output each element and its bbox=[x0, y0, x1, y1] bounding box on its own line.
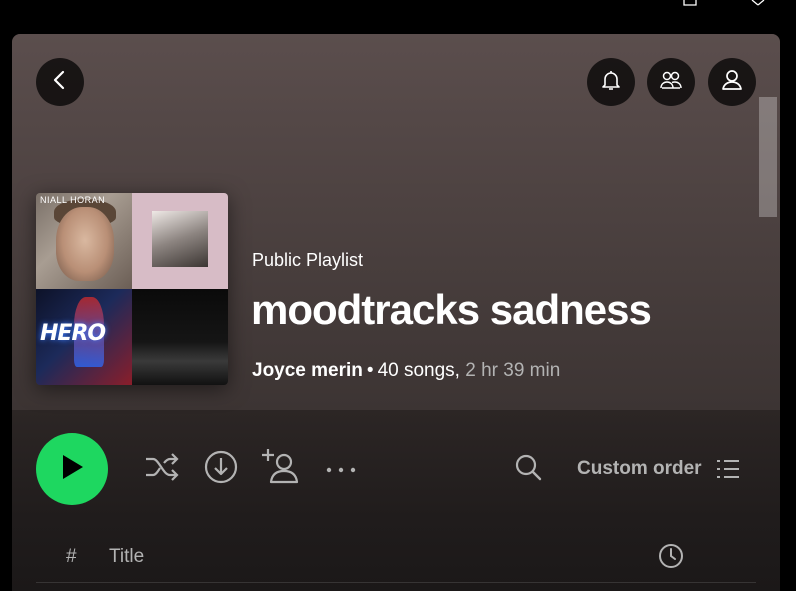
cover-tile-3-label: HERO bbox=[40, 321, 106, 346]
play-icon bbox=[59, 453, 85, 486]
more-horizontal-icon bbox=[326, 460, 356, 478]
friends-icon bbox=[658, 68, 684, 97]
song-count: 40 songs, bbox=[377, 360, 460, 381]
maximize-icon bbox=[683, 0, 697, 6]
close-icon bbox=[750, 0, 766, 6]
playlist-cover[interactable]: NIALL HORAN HERO bbox=[36, 193, 228, 385]
clock-icon bbox=[658, 543, 684, 574]
notifications-button[interactable] bbox=[587, 58, 635, 106]
playlist-meta: Joyce merin • 40 songs, 2 hr 39 min bbox=[252, 359, 560, 383]
cover-art-face bbox=[56, 207, 114, 281]
friend-activity-button[interactable] bbox=[647, 58, 695, 106]
playlist-panel: NIALL HORAN HERO Public Playlist moodtra… bbox=[12, 34, 780, 591]
track-duration-header[interactable] bbox=[657, 543, 685, 574]
track-table-header: # Title bbox=[36, 536, 756, 583]
download-icon bbox=[204, 450, 238, 489]
download-button[interactable] bbox=[202, 450, 240, 488]
sort-order-button[interactable]: Custom order bbox=[577, 454, 740, 484]
chevron-left-icon bbox=[49, 69, 71, 96]
close-button[interactable] bbox=[738, 0, 778, 10]
cover-tile-4 bbox=[132, 289, 228, 385]
invite-collaborator-button[interactable] bbox=[261, 448, 303, 488]
playlist-title[interactable]: moodtracks sadness bbox=[251, 285, 652, 335]
window-titlebar bbox=[0, 0, 796, 34]
shuffle-icon bbox=[144, 452, 180, 487]
more-options-button[interactable] bbox=[324, 454, 358, 484]
shuffle-button[interactable] bbox=[143, 451, 181, 487]
profile-button[interactable] bbox=[708, 58, 756, 106]
add-user-icon bbox=[262, 447, 302, 490]
meta-separator: • bbox=[366, 360, 374, 381]
maximize-button[interactable] bbox=[670, 0, 710, 10]
playlist-type-label: Public Playlist bbox=[252, 250, 364, 270]
back-button[interactable] bbox=[36, 58, 84, 106]
cover-tile-1: NIALL HORAN bbox=[36, 193, 132, 289]
track-index-header: # bbox=[66, 546, 77, 567]
track-title-header[interactable]: Title bbox=[109, 546, 144, 568]
cover-tile-3: HERO bbox=[36, 289, 132, 385]
user-icon bbox=[720, 68, 744, 97]
cover-art-photo bbox=[152, 211, 208, 267]
bell-icon bbox=[599, 68, 623, 97]
playlist-owner-link[interactable]: Joyce merin bbox=[252, 360, 363, 381]
search-icon bbox=[514, 453, 542, 486]
scrollbar-thumb[interactable] bbox=[759, 97, 777, 217]
playlist-duration: 2 hr 39 min bbox=[465, 360, 561, 381]
cover-tile-2 bbox=[132, 193, 228, 289]
play-button[interactable] bbox=[36, 433, 108, 505]
search-in-playlist-button[interactable] bbox=[512, 454, 544, 484]
list-icon bbox=[716, 458, 740, 480]
cover-tile-1-label: NIALL HORAN bbox=[40, 195, 106, 205]
sort-order-label: Custom order bbox=[577, 458, 702, 479]
